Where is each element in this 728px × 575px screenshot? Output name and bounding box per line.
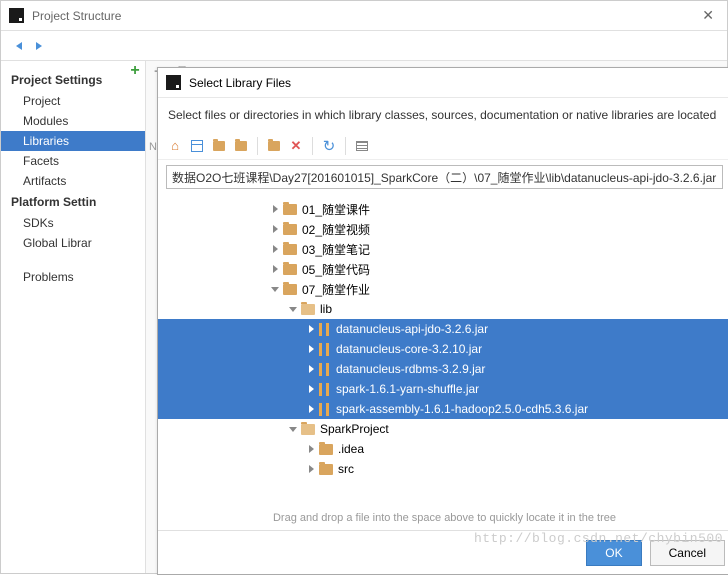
tree-label: src: [338, 462, 354, 476]
home-icon[interactable]: ⌂: [166, 137, 184, 155]
project-pane-icon[interactable]: [188, 137, 206, 155]
folder-icon: [319, 464, 333, 475]
sidebar: Project SettingsProjectModulesLibrariesF…: [1, 61, 146, 573]
chevron-right-icon[interactable]: [270, 204, 280, 214]
chevron-right-icon[interactable]: [270, 264, 280, 274]
chevron-right-icon[interactable]: [306, 464, 316, 474]
jar-icon: [319, 363, 331, 376]
watermark: http://blog.csdn.net/chybin500: [474, 531, 723, 546]
modal-toolbar: ⌂ ✕ ↻: [158, 132, 728, 160]
tree-label: spark-1.6.1-yarn-shuffle.jar: [336, 382, 479, 396]
chevron-down-icon[interactable]: [270, 284, 280, 294]
chevron-right-icon[interactable]: [306, 384, 316, 394]
back-icon[interactable]: [11, 38, 27, 54]
folder-item[interactable]: lib: [158, 299, 728, 319]
parent-titlebar: Project Structure ✕: [1, 1, 727, 31]
jar-icon: [319, 343, 331, 356]
jar-icon: [319, 383, 331, 396]
chevron-right-icon[interactable]: [306, 404, 316, 414]
chevron-right-icon[interactable]: [306, 364, 316, 374]
toolbar-divider: [257, 137, 258, 155]
close-icon[interactable]: ✕: [697, 7, 719, 24]
toolbar-divider: [312, 137, 313, 155]
toolbar-divider: [345, 137, 346, 155]
new-folder-icon[interactable]: [210, 137, 228, 155]
new-folder2-icon[interactable]: [265, 137, 283, 155]
folder-icon: [283, 264, 297, 275]
folder-item[interactable]: 01_随堂课件: [158, 199, 728, 219]
add-icon[interactable]: +: [126, 62, 144, 80]
parent-toolbar: [1, 31, 727, 61]
folder-icon: [301, 304, 315, 315]
modal-title: Select Library Files: [189, 76, 291, 90]
chevron-down-icon[interactable]: [288, 304, 298, 314]
jar-icon: [319, 403, 331, 416]
chevron-right-icon[interactable]: [270, 244, 280, 254]
jar-item[interactable]: datanucleus-core-3.2.10.jar: [158, 339, 728, 359]
app-icon: [166, 75, 181, 90]
forward-icon[interactable]: [31, 38, 47, 54]
path-input[interactable]: 数据O2O七班课程\Day27[201601015]_SparkCore（二）\…: [166, 165, 723, 189]
folder-item[interactable]: 02_随堂视频: [158, 219, 728, 239]
chevron-right-icon[interactable]: [306, 344, 316, 354]
sidebar-item-modules[interactable]: Modules: [1, 111, 145, 131]
folder-icon: [319, 444, 333, 455]
chevron-right-icon[interactable]: [270, 224, 280, 234]
tree-label: 07_随堂作业: [302, 281, 370, 298]
folder-item[interactable]: SparkProject: [158, 419, 728, 439]
folder-item[interactable]: src: [158, 459, 728, 479]
refresh-icon[interactable]: ↻: [320, 137, 338, 155]
n-badge: N: [149, 141, 157, 153]
window-title: Project Structure: [32, 9, 697, 23]
folder-icon: [283, 224, 297, 235]
tree-label: .idea: [338, 442, 364, 456]
folder-icon: [283, 204, 297, 215]
jar-item[interactable]: datanucleus-api-jdo-3.2.6.jar: [158, 319, 728, 339]
tree-label: 03_随堂笔记: [302, 241, 370, 258]
path-text: 数据O2O七班课程\Day27[201601015]_SparkCore（二）\…: [172, 169, 716, 186]
folder-icon: [301, 424, 315, 435]
app-icon: [9, 8, 24, 23]
tree-label: SparkProject: [320, 422, 389, 436]
tree-label: datanucleus-api-jdo-3.2.6.jar: [336, 322, 488, 336]
folder-item[interactable]: .idea: [158, 439, 728, 459]
tree-label: 02_随堂视频: [302, 221, 370, 238]
chevron-right-icon[interactable]: [306, 324, 316, 334]
sidebar-item-artifacts[interactable]: Artifacts: [1, 171, 145, 191]
sidebar-item-problems[interactable]: Problems: [1, 267, 145, 287]
modal-titlebar: Select Library Files: [158, 68, 728, 98]
sidebar-item-global-libraries[interactable]: Global Librar: [1, 233, 145, 253]
select-library-files-dialog: Select Library Files Select files or dir…: [157, 67, 728, 575]
modal-instruction: Select files or directories in which lib…: [158, 98, 728, 132]
tree-label: datanucleus-core-3.2.10.jar: [336, 342, 482, 356]
jar-icon: [319, 323, 331, 336]
folder-item[interactable]: 03_随堂笔记: [158, 239, 728, 259]
chevron-right-icon[interactable]: [306, 444, 316, 454]
show-hidden-icon[interactable]: [353, 137, 371, 155]
folder-item[interactable]: 07_随堂作业: [158, 279, 728, 299]
tree-label: lib: [320, 302, 332, 316]
folder-icon: [283, 284, 297, 295]
tree-label: 01_随堂课件: [302, 201, 370, 218]
sidebar-item-project[interactable]: Project: [1, 91, 145, 111]
sidebar-item-sdks[interactable]: SDKs: [1, 213, 145, 233]
tree-label: datanucleus-rdbms-3.2.9.jar: [336, 362, 485, 376]
file-tree[interactable]: 01_随堂课件02_随堂视频03_随堂笔记05_随堂代码07_随堂作业libda…: [158, 194, 728, 506]
tree-label: spark-assembly-1.6.1-hadoop2.5.0-cdh5.3.…: [336, 402, 588, 416]
folder-item[interactable]: 05_随堂代码: [158, 259, 728, 279]
chevron-down-icon[interactable]: [288, 424, 298, 434]
jar-item[interactable]: datanucleus-rdbms-3.2.9.jar: [158, 359, 728, 379]
drop-hint: Drag and drop a file into the space abov…: [158, 506, 728, 530]
sidebar-heading: Platform Settin: [1, 191, 145, 213]
folder-icon: [283, 244, 297, 255]
delete-icon[interactable]: ✕: [287, 137, 305, 155]
jar-item[interactable]: spark-assembly-1.6.1-hadoop2.5.0-cdh5.3.…: [158, 399, 728, 419]
sidebar-item-facets[interactable]: Facets: [1, 151, 145, 171]
module-folder-icon[interactable]: [232, 137, 250, 155]
tree-label: 05_随堂代码: [302, 261, 370, 278]
jar-item[interactable]: spark-1.6.1-yarn-shuffle.jar: [158, 379, 728, 399]
sidebar-item-libraries[interactable]: Libraries: [1, 131, 145, 151]
